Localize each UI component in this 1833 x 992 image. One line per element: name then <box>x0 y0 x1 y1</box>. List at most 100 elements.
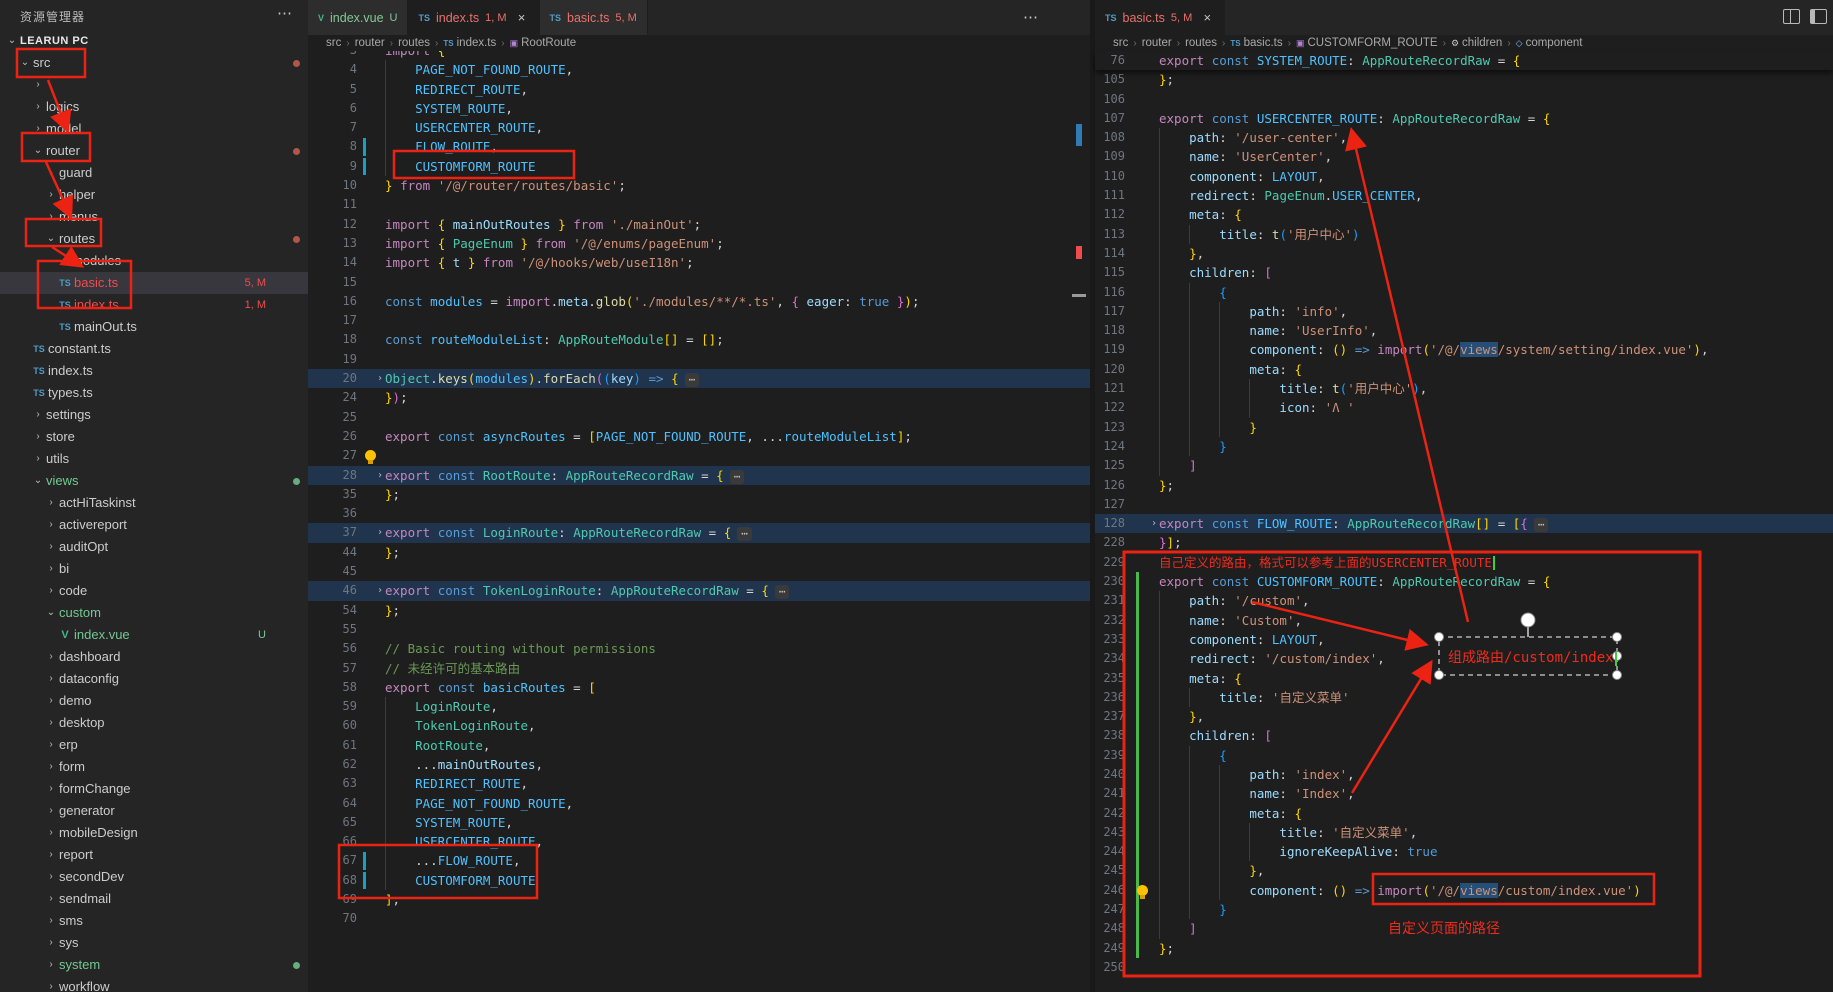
code-line-28[interactable]: 28›export const RootRoute: AppRouteRecor… <box>308 466 1090 485</box>
code-line-120[interactable]: 120 meta: { <box>1095 360 1833 379</box>
code-line-237[interactable]: 237 }, <box>1095 707 1833 726</box>
code-line-239[interactable]: 239 { <box>1095 746 1833 765</box>
breadcrumb-item-routes[interactable]: routes <box>1185 37 1217 49</box>
tree-item-secondDev[interactable]: ›secondDev <box>0 866 308 888</box>
breadcrumb-item-routes[interactable]: routes <box>398 37 430 49</box>
code-line-117[interactable]: 117 path: 'info', <box>1095 302 1833 321</box>
breadcrumb-item-router[interactable]: router <box>355 37 385 49</box>
tree-item-modules[interactable]: ›modules <box>0 250 308 272</box>
code-line-240[interactable]: 240 path: 'index', <box>1095 765 1833 784</box>
tree-item-router[interactable]: ⌄router <box>0 140 308 162</box>
code-line-229[interactable]: 229自己定义的路由，格式可以参考上面的USERCENTER_ROUTE <box>1095 553 1833 572</box>
code-line-228[interactable]: 228}]; <box>1095 533 1833 552</box>
code-line-245[interactable]: 245 }, <box>1095 861 1833 880</box>
tree-item-utils[interactable]: ›utils <box>0 448 308 470</box>
breadcrumb-item-src[interactable]: src <box>326 37 341 49</box>
tree-item-system[interactable]: ›system <box>0 954 308 976</box>
tree-item-dataconfig[interactable]: ›dataconfig <box>0 668 308 690</box>
fold-chevron-icon[interactable]: › <box>377 369 383 388</box>
code-line-36[interactable]: 36 <box>308 504 1090 523</box>
tree-item-actHiTaskinst[interactable]: ›actHiTaskinst <box>0 492 308 514</box>
code-line-236[interactable]: 236 title: '自定义菜单' <box>1095 688 1833 707</box>
code-editor-basic-ts[interactable]: 105};106107export const USERCENTER_ROUTE… <box>1095 70 1833 992</box>
sticky-scroll-line[interactable]: 76export const SYSTEM_ROUTE: AppRouteRec… <box>1095 51 1833 70</box>
breadcrumb-item-children[interactable]: ⚙children <box>1451 37 1502 49</box>
code-line-124[interactable]: 124 } <box>1095 437 1833 456</box>
code-line-66[interactable]: 66 USERCENTER_ROUTE, <box>308 832 1090 851</box>
more-actions-icon[interactable]: ⋯ <box>277 4 292 22</box>
code-line-249[interactable]: 249}; <box>1095 939 1833 958</box>
code-line-3[interactable]: 3import { <box>308 51 1090 60</box>
breadcrumb-item-basic.ts[interactable]: TSbasic.ts <box>1230 37 1282 49</box>
code-line-247[interactable]: 247 } <box>1095 900 1833 919</box>
tree-item-workflow[interactable]: ›workflow <box>0 976 308 992</box>
code-line-128[interactable]: 128›export const FLOW_ROUTE: AppRouteRec… <box>1095 514 1833 533</box>
close-icon[interactable]: × <box>515 10 529 25</box>
tree-item-views[interactable]: ⌄views <box>0 470 308 492</box>
code-line-13[interactable]: 13import { PageEnum } from '/@/enums/pag… <box>308 234 1090 253</box>
tree-item-helper[interactable]: ›helper <box>0 184 308 206</box>
code-line-230[interactable]: 230export const CUSTOMFORM_ROUTE: AppRou… <box>1095 572 1833 591</box>
code-editor-index-ts[interactable]: 3import {4 PAGE_NOT_FOUND_ROUTE,5 REDIRE… <box>308 51 1090 992</box>
fold-chevron-icon[interactable]: › <box>377 523 383 542</box>
fold-ellipsis[interactable]: ⋯ <box>685 373 700 387</box>
toggle-layout-icon[interactable] <box>1810 9 1827 24</box>
tree-item-sms[interactable]: ›sms <box>0 910 308 932</box>
code-line-35[interactable]: 35}; <box>308 485 1090 504</box>
code-line-123[interactable]: 123 } <box>1095 418 1833 437</box>
code-line-63[interactable]: 63 REDIRECT_ROUTE, <box>308 774 1090 793</box>
code-line-242[interactable]: 242 meta: { <box>1095 804 1833 823</box>
code-line-25[interactable]: 25 <box>308 408 1090 427</box>
code-line-235[interactable]: 235 meta: { <box>1095 669 1833 688</box>
tree-item-guard[interactable]: ›guard <box>0 162 308 184</box>
code-line-107[interactable]: 107export const USERCENTER_ROUTE: AppRou… <box>1095 109 1833 128</box>
code-line-106[interactable]: 106 <box>1095 90 1833 109</box>
tree-item-LEARUN PC[interactable]: ⌄LEARUN PC <box>0 30 308 52</box>
code-line-65[interactable]: 65 SYSTEM_ROUTE, <box>308 813 1090 832</box>
code-line-56[interactable]: 56// Basic routing without permissions <box>308 639 1090 658</box>
code-line-118[interactable]: 118 name: 'UserInfo', <box>1095 321 1833 340</box>
code-line-241[interactable]: 241 name: 'Index', <box>1095 784 1833 803</box>
lightbulb-icon[interactable] <box>365 450 376 461</box>
tree-item-custom[interactable]: ⌄custom <box>0 602 308 624</box>
breadcrumb-item-router[interactable]: router <box>1142 37 1172 49</box>
code-line-24[interactable]: 24}); <box>308 388 1090 407</box>
code-line-11[interactable]: 11 <box>308 195 1090 214</box>
code-line-116[interactable]: 116 { <box>1095 283 1833 302</box>
code-line-59[interactable]: 59 LoginRoute, <box>308 697 1090 716</box>
tree-item-sendmail[interactable]: ›sendmail <box>0 888 308 910</box>
tree-item-form[interactable]: ›form <box>0 756 308 778</box>
code-line-18[interactable]: 18const routeModuleList: AppRouteModule[… <box>308 330 1090 349</box>
breadcrumb-item-index.ts[interactable]: TSindex.ts <box>443 37 496 49</box>
code-line-6[interactable]: 6 SYSTEM_ROUTE, <box>308 99 1090 118</box>
breadcrumb-item-component[interactable]: ◇component <box>1516 37 1583 49</box>
code-line-121[interactable]: 121 title: t('用户中心'), <box>1095 379 1833 398</box>
code-line-62[interactable]: 62 ...mainOutRoutes, <box>308 755 1090 774</box>
code-line-67[interactable]: 67 ...FLOW_ROUTE, <box>308 851 1090 870</box>
tree-item-mainOut.ts[interactable]: TSmainOut.ts <box>0 316 308 338</box>
code-line-14[interactable]: 14import { t } from '/@/hooks/web/useI18… <box>308 253 1090 272</box>
code-line-248[interactable]: 248 ] <box>1095 919 1833 938</box>
more-tabs-icon[interactable]: ⋯ <box>1023 8 1038 26</box>
tree-item-model[interactable]: ›model <box>0 118 308 140</box>
code-line-110[interactable]: 110 component: LAYOUT, <box>1095 167 1833 186</box>
code-line-15[interactable]: 15 <box>308 273 1090 292</box>
tree-item-logics[interactable]: ›logics <box>0 96 308 118</box>
code-line-55[interactable]: 55 <box>308 620 1090 639</box>
code-line-19[interactable]: 19 <box>308 350 1090 369</box>
code-line-61[interactable]: 61 RootRoute, <box>308 736 1090 755</box>
tab-index.ts[interactable]: TSindex.ts1, M× <box>408 0 539 35</box>
code-line-60[interactable]: 60 TokenLoginRoute, <box>308 716 1090 735</box>
tab-basic.ts[interactable]: TSbasic.ts5, M× <box>1095 0 1225 35</box>
fold-ellipsis[interactable]: ⋯ <box>737 527 752 541</box>
code-line-57[interactable]: 57// 未经许可的基本路由 <box>308 659 1090 678</box>
fold-ellipsis[interactable]: ⋯ <box>775 585 790 599</box>
tree-item-erp[interactable]: ›erp <box>0 734 308 756</box>
code-line-109[interactable]: 109 name: 'UserCenter', <box>1095 147 1833 166</box>
close-icon[interactable]: × <box>1200 10 1214 25</box>
code-line-9[interactable]: 9 CUSTOMFORM_ROUTE <box>308 157 1090 176</box>
code-line-250[interactable]: 250 <box>1095 958 1833 977</box>
code-line-234[interactable]: 234 redirect: '/custom/index', <box>1095 649 1833 668</box>
code-line-113[interactable]: 113 title: t('用户中心') <box>1095 225 1833 244</box>
tree-item-src[interactable]: ⌄src <box>0 52 308 74</box>
